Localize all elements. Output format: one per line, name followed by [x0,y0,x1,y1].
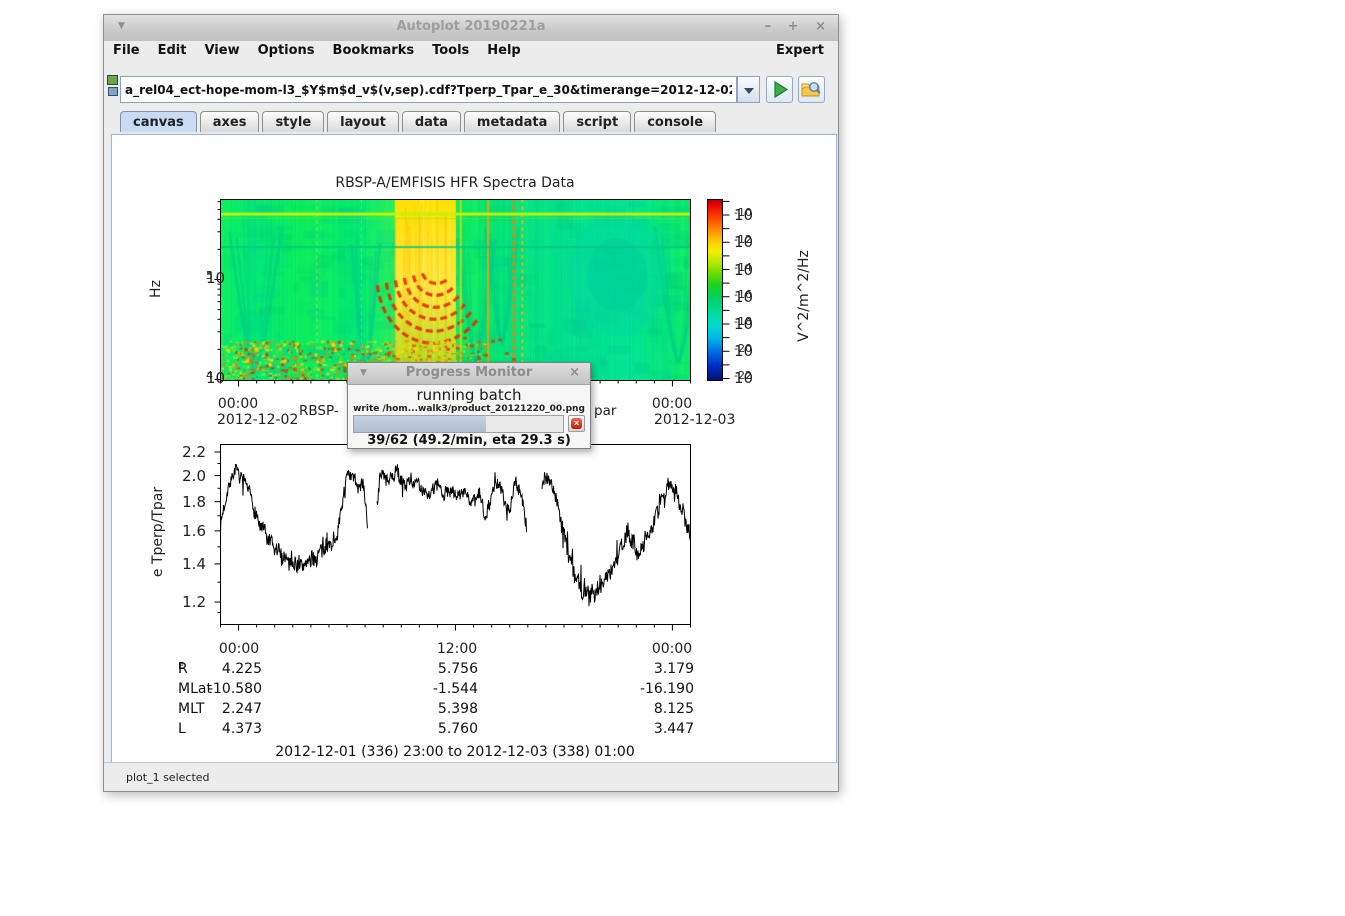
spectrogram-xtick-left-time: 00:00 [218,396,258,412]
progress-dialog-title: Progress Monitor [348,365,590,380]
spectrogram-xtick-right-date: 2012-12-03 [654,412,735,428]
lineplot-ylabel: e Tperp/Tpar [150,487,166,577]
hidden-plot-title-fragment-left: RBSP- [299,403,339,419]
spectrogram-plot[interactable] [220,199,690,380]
menubar: FileEditViewOptionsBookmarksToolsHelp Ex… [104,41,838,62]
datasource-type-icon [107,75,119,96]
context-row-mlat: MLat -10.580 -1.544 -16.190 [112,681,836,701]
progress-dialog-titlebar[interactable]: ▼ Progress Monitor × [348,363,590,385]
lineplot-ytick-2.0: 2.0 [168,467,206,485]
spectrogram-ylabel: Hz [148,280,164,298]
uri-combobox [120,76,760,103]
progress-bar-fill [354,416,486,432]
time-range-label: 2012-12-01 (336) 23:00 to 2012-12-03 (33… [220,744,690,760]
lineplot-ytick-1.2: 1.2 [168,593,206,611]
inspect-uri-button[interactable] [798,76,825,103]
menu-tools[interactable]: Tools [423,41,478,58]
datasource-blue-icon [108,87,118,96]
colorbar-label: V^2/m^2/Hz [796,250,812,342]
lineplot-ytick-1.6: 1.6 [168,522,206,540]
context-row-mlt: MLT 2.247 5.398 8.125 [112,701,836,721]
context-row-l: L 4.373 5.760 3.447 [112,721,836,741]
desktop: ▼ Autoplot 20190221a – + × FileEditViewO… [0,0,1345,916]
plot-title: RBSP-A/EMFISIS HFR Spectra Data [220,175,690,191]
lineplot-ytick-2.2: 2.2 [168,443,206,461]
cancel-button[interactable]: × [568,415,585,432]
progress-close-icon[interactable]: × [569,365,580,380]
maximize-button[interactable]: + [788,19,799,34]
tab-script[interactable]: script [563,111,631,132]
tab-axes[interactable]: axes [200,111,260,132]
context-value: -16.190 [604,681,694,697]
lineplot-xtick-1: 12:00 [437,641,477,657]
tab-data[interactable]: data [402,111,461,132]
cancel-x-icon: × [571,418,582,429]
hidden-plot-title-fragment-right: par [594,403,616,419]
lineplot-xtick-2: 00:00 [652,641,692,657]
status-text: plot_1 selected [126,771,210,784]
lineplot-ytick-1.4: 1.4 [168,555,206,573]
window-controls: – + × [753,19,826,34]
context-value: 4.373 [172,721,262,737]
progress-bar [353,415,564,433]
datasource-green-icon [107,75,118,85]
uri-dropdown-button[interactable] [737,76,760,103]
menu-bookmarks[interactable]: Bookmarks [324,41,424,58]
context-row-re: RE 4.225 5.756 3.179 [112,661,836,681]
progress-status-label: 39/62 (49.2/min, eta 29.3 s) [348,433,590,448]
colorbar[interactable] [707,199,722,380]
close-button[interactable]: × [815,19,826,34]
uri-toolbar [104,62,838,111]
menu-options[interactable]: Options [249,41,324,58]
context-value: 3.447 [604,721,694,737]
progress-monitor-dialog: ▼ Progress Monitor × running batch write… [347,362,591,449]
context-value: 5.760 [388,721,478,737]
tab-metadata[interactable]: metadata [464,111,560,132]
spectrogram-xtick-left-date: 2012-12-02 [217,412,298,428]
tab-layout[interactable]: layout [327,111,399,132]
plot-canvas[interactable]: RBSP-A/EMFISIS HFR Spectra Data Hz 105 1… [111,134,837,765]
progress-bar-row: × [353,415,585,433]
menu-edit[interactable]: Edit [149,41,196,58]
go-button[interactable] [766,76,793,103]
minimize-button[interactable]: – [765,19,772,34]
tab-console[interactable]: console [634,111,716,132]
window-title: Autoplot 20190221a [104,19,838,34]
context-value: 2.247 [172,701,262,717]
uri-input[interactable] [120,76,737,103]
lineplot-ytick-1.8: 1.8 [168,493,206,511]
menu-help[interactable]: Help [478,41,529,58]
tab-bar: canvasaxesstylelayoutdatametadatascriptc… [104,111,838,132]
window-titlebar[interactable]: ▼ Autoplot 20190221a – + × [104,15,838,42]
context-value: 3.179 [604,661,694,677]
play-icon [767,77,792,102]
spectrogram-xtick-right-time: 00:00 [652,396,692,412]
tab-canvas[interactable]: canvas [120,111,197,132]
expert-toggle[interactable]: Expert [772,43,828,58]
context-value: -1.544 [388,681,478,697]
context-value: -10.580 [172,681,262,697]
tab-style[interactable]: style [262,111,324,132]
progress-task-label: running batch [348,386,590,404]
lineplot-xtick-0: 00:00 [219,641,259,657]
menu-file[interactable]: File [104,41,149,58]
context-value: 8.125 [604,701,694,717]
context-value: 5.756 [388,661,478,677]
progress-detail-label: write /hom...walk3/product_20121220_00.p… [348,404,590,414]
context-value: 4.225 [172,661,262,677]
context-value: 5.398 [388,701,478,717]
status-bar: plot_1 selected [104,762,838,791]
menu-view[interactable]: View [195,41,248,58]
folder-search-icon [799,77,824,102]
